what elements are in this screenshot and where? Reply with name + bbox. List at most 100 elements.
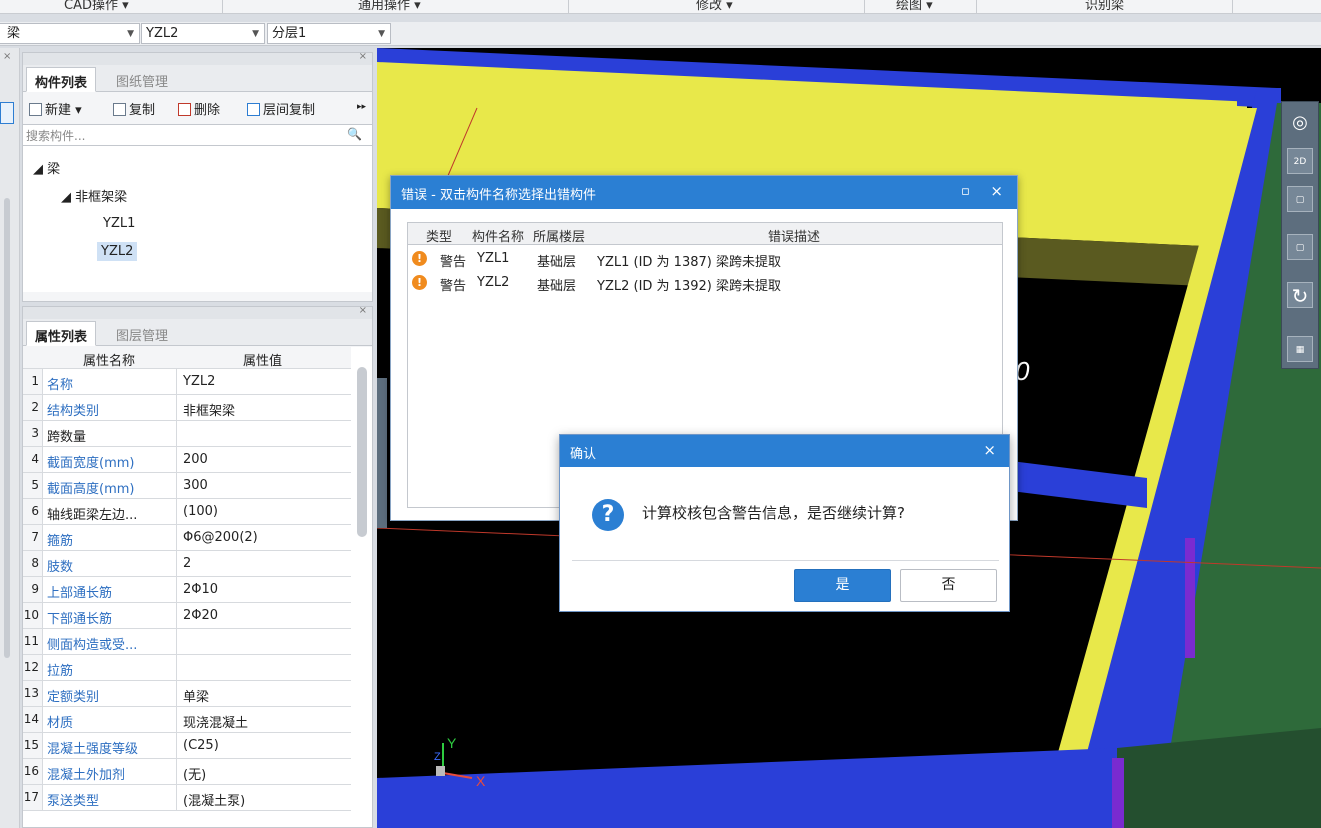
axis-x-label: X bbox=[476, 773, 486, 789]
property-value[interactable]: (100) bbox=[178, 499, 350, 524]
property-row[interactable]: 1 名称 YZL2 bbox=[23, 369, 351, 395]
property-value[interactable]: 2Φ10 bbox=[178, 577, 350, 602]
property-row-number: 10 bbox=[23, 603, 43, 628]
property-name: 轴线距梁左边... bbox=[43, 499, 177, 524]
property-value[interactable] bbox=[178, 655, 350, 680]
property-value[interactable]: (C25) bbox=[178, 733, 350, 758]
property-value[interactable]: YZL2 bbox=[178, 369, 350, 394]
close-icon[interactable]: × bbox=[983, 441, 996, 459]
confirm-message: 计算校核包含警告信息，是否继续计算? bbox=[642, 504, 905, 522]
delete-button[interactable]: 删除 bbox=[178, 99, 220, 118]
tab-component-list[interactable]: 构件列表 bbox=[26, 67, 97, 92]
property-value[interactable]: 2 bbox=[178, 551, 350, 576]
component-select[interactable]: YZL2 ▼ bbox=[141, 23, 265, 44]
tab-layer-management[interactable]: 图层管理 bbox=[108, 321, 176, 346]
more-icon[interactable]: ▸▸ bbox=[357, 102, 366, 112]
property-row[interactable]: 9 上部通长筋 2Φ10 bbox=[23, 577, 351, 603]
property-row[interactable]: 13 定额类别 单梁 bbox=[23, 681, 351, 707]
property-row[interactable]: 5 截面高度(mm) 300 bbox=[23, 473, 351, 499]
error-component-name[interactable]: YZL1 bbox=[477, 251, 509, 266]
close-icon[interactable]: × bbox=[359, 305, 367, 316]
property-value[interactable] bbox=[178, 629, 350, 654]
error-dialog-titlebar: 错误 - 双击构件名称选择出错构件 ▫ × bbox=[391, 176, 1017, 209]
property-value[interactable]: 2Φ20 bbox=[178, 603, 350, 628]
layer-select[interactable]: 分层1 ▼ bbox=[267, 23, 391, 44]
maximize-icon[interactable]: ▫ bbox=[961, 184, 973, 199]
property-row-number: 3 bbox=[23, 421, 43, 446]
tree-item-yzl1[interactable]: YZL1 bbox=[103, 216, 135, 231]
search-icon[interactable]: 🔍 bbox=[347, 127, 362, 141]
chevron-down-icon: ▼ bbox=[127, 29, 134, 39]
error-description: YZL2 (ID 为 1392) 梁跨未提取 bbox=[597, 279, 781, 294]
new-button[interactable]: 新建 ▾ bbox=[29, 99, 82, 118]
property-row-number: 16 bbox=[23, 759, 43, 784]
view-2d-button[interactable]: 2D bbox=[1287, 148, 1313, 174]
error-row[interactable]: ! 警告 YZL2 基础层 YZL2 (ID 为 1392) 梁跨未提取 bbox=[408, 273, 1002, 295]
panel-header: × bbox=[23, 51, 372, 65]
property-row[interactable]: 8 肢数 2 bbox=[23, 551, 351, 577]
property-value[interactable]: (混凝土泵) bbox=[178, 785, 350, 810]
category-select[interactable]: 梁 ▼ bbox=[0, 23, 140, 44]
error-row[interactable]: ! 警告 YZL1 基础层 YZL1 (ID 为 1387) 梁跨未提取 bbox=[408, 249, 1002, 271]
axis-z-label: Z bbox=[434, 751, 441, 763]
close-icon[interactable]: × bbox=[3, 51, 11, 62]
property-value[interactable]: Φ6@200(2) bbox=[178, 525, 350, 550]
panel-header: × bbox=[23, 305, 372, 319]
confirm-dialog: 确认 × ? 计算校核包含警告信息，是否继续计算? 是 否 bbox=[559, 434, 1010, 612]
property-value[interactable]: 单梁 bbox=[178, 681, 350, 706]
property-row[interactable]: 11 侧面构造或受... bbox=[23, 629, 351, 655]
ribbon-group-identify-beam[interactable]: 识别梁 bbox=[1085, 0, 1124, 13]
ribbon-group-general-ops[interactable]: 通用操作 ▾ bbox=[358, 0, 421, 13]
yes-button[interactable]: 是 bbox=[794, 569, 891, 602]
property-row[interactable]: 15 混凝土强度等级 (C25) bbox=[23, 733, 351, 759]
orbit-icon[interactable]: ◎ bbox=[1287, 110, 1313, 136]
property-row[interactable]: 7 箍筋 Φ6@200(2) bbox=[23, 525, 351, 551]
no-button[interactable]: 否 bbox=[900, 569, 997, 602]
layer-view-icon[interactable]: ▦ bbox=[1287, 336, 1313, 362]
property-row[interactable]: 10 下部通长筋 2Φ20 bbox=[23, 603, 351, 629]
category-select-value: 梁 bbox=[7, 26, 21, 41]
ribbon-group-draw[interactable]: 绘图 ▾ bbox=[896, 0, 933, 13]
axis-origin bbox=[436, 766, 445, 776]
property-value[interactable]: 300 bbox=[178, 473, 350, 498]
component-panel-tabs: 构件列表 图纸管理 bbox=[23, 65, 372, 92]
rotate-icon[interactable]: ↻ bbox=[1287, 282, 1313, 308]
header-property-value: 属性值 bbox=[243, 354, 283, 369]
scrollbar[interactable] bbox=[357, 367, 367, 537]
close-icon[interactable]: × bbox=[990, 182, 1003, 200]
copy-icon bbox=[113, 103, 126, 116]
property-value[interactable]: 非框架梁 bbox=[178, 395, 350, 420]
property-row[interactable]: 3 跨数量 bbox=[23, 421, 351, 447]
property-row-number: 7 bbox=[23, 525, 43, 550]
cube-top-icon[interactable]: ▢ bbox=[1287, 186, 1313, 212]
view-toolbar: ◎ 2D ▢ ▢ ↻ ▦ bbox=[1281, 101, 1319, 369]
property-row[interactable]: 17 泵送类型 (混凝土泵) bbox=[23, 785, 351, 811]
property-row-number: 11 bbox=[23, 629, 43, 654]
property-row[interactable]: 6 轴线距梁左边... (100) bbox=[23, 499, 351, 525]
floor-copy-button[interactable]: 层间复制 bbox=[247, 99, 315, 118]
property-value[interactable] bbox=[178, 421, 350, 446]
property-row[interactable]: 14 材质 现浇混凝土 bbox=[23, 707, 351, 733]
property-value[interactable]: (无) bbox=[178, 759, 350, 784]
close-icon[interactable]: × bbox=[359, 51, 367, 62]
ribbon-group-cad-ops[interactable]: CAD操作 ▾ bbox=[64, 0, 129, 13]
error-component-name[interactable]: YZL2 bbox=[477, 275, 509, 290]
property-name: 结构类别 bbox=[43, 395, 177, 420]
property-value[interactable]: 200 bbox=[178, 447, 350, 472]
nav-panel-icon[interactable] bbox=[0, 102, 14, 124]
search-input[interactable]: 搜索构件... 🔍 bbox=[23, 124, 372, 146]
tree-node-non-frame-beam[interactable]: ◢ 非框架梁 bbox=[61, 186, 127, 205]
property-row[interactable]: 2 结构类别 非框架梁 bbox=[23, 395, 351, 421]
tab-drawing-management[interactable]: 图纸管理 bbox=[108, 67, 176, 92]
tab-property-list[interactable]: 属性列表 bbox=[26, 321, 97, 346]
property-row[interactable]: 16 混凝土外加剂 (无) bbox=[23, 759, 351, 785]
scrollbar[interactable] bbox=[4, 198, 10, 658]
tree-node-beam[interactable]: ◢ 梁 bbox=[33, 158, 60, 177]
ribbon-group-modify[interactable]: 修改 ▾ bbox=[696, 0, 733, 13]
cube-view-icon[interactable]: ▢ bbox=[1287, 234, 1313, 260]
copy-button[interactable]: 复制 bbox=[113, 99, 155, 118]
property-value[interactable]: 现浇混凝土 bbox=[178, 707, 350, 732]
property-row[interactable]: 4 截面宽度(mm) 200 bbox=[23, 447, 351, 473]
tree-item-yzl2[interactable]: YZL2 bbox=[97, 242, 138, 261]
property-row[interactable]: 12 拉筋 bbox=[23, 655, 351, 681]
